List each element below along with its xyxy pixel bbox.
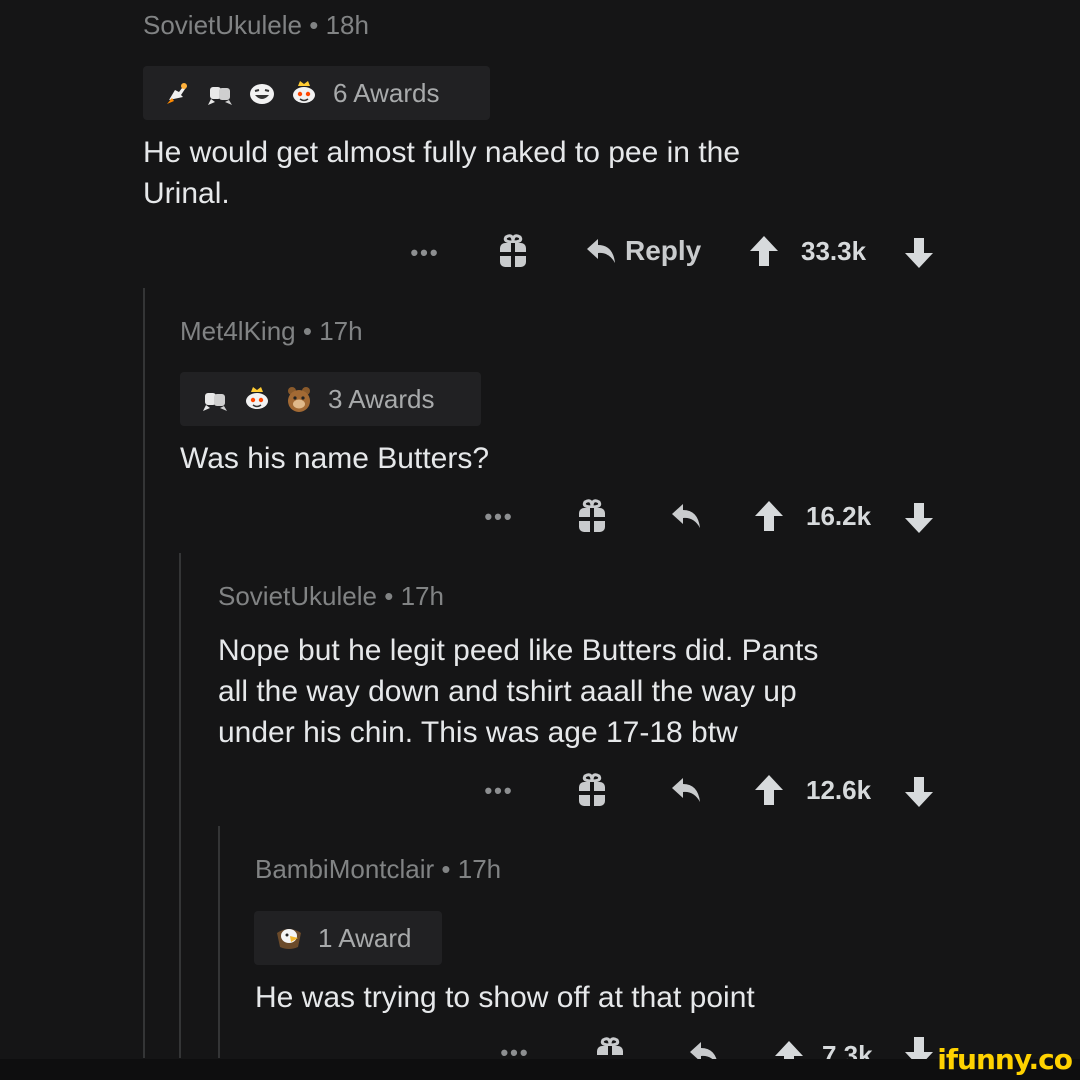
username-link[interactable]: SovietUkulele (143, 10, 302, 40)
gift-icon (576, 772, 608, 808)
upvote-button[interactable] (747, 234, 781, 268)
upvote-arrow-icon (754, 500, 784, 532)
comment-body-line: all the way down and tshirt aaall the wa… (218, 675, 797, 708)
downvote-arrow-icon (904, 237, 934, 269)
downvote-button[interactable] (902, 775, 936, 809)
awards-count: 6 Awards (333, 77, 440, 108)
fist-bump-award-icon (203, 76, 237, 110)
reply-label: Reply (625, 235, 702, 266)
awards-count: 3 Awards (328, 383, 435, 414)
meta-separator: • (302, 316, 312, 346)
comment-body-line: Was his name Butters? (180, 442, 490, 475)
laughing-face-award-icon (245, 76, 279, 110)
comment-body: He was trying to show off at that point (255, 977, 1035, 1018)
give-award-button[interactable] (572, 769, 612, 811)
vote-score: 12.6k (806, 775, 872, 805)
awards-count: 1 Award (318, 922, 412, 953)
comment-body-line: under his chin. This was age 17-18 btw (218, 716, 738, 749)
eagle-award-icon (272, 921, 306, 955)
vote-score: 16.2k (806, 501, 872, 531)
comment-body-line: He would get almost fully naked to pee i… (143, 136, 741, 169)
comment-body-line: Nope but he legit peed like Butters did.… (218, 634, 819, 667)
meta-separator: • (309, 10, 319, 40)
reply-arrow-icon (670, 502, 702, 530)
reply-arrow-icon (670, 776, 702, 804)
comment-age: 18h (325, 10, 369, 40)
thread-line-level-3[interactable] (218, 826, 220, 1058)
comment-age: 17h (457, 854, 502, 884)
downvote-arrow-icon (904, 502, 934, 534)
upvote-button[interactable] (752, 499, 786, 533)
more-options-button[interactable]: ••• (400, 238, 450, 268)
awards-chip[interactable]: 6 Awards (143, 66, 490, 120)
awards-chip[interactable]: 3 Awards (180, 372, 481, 426)
give-award-button[interactable] (572, 495, 612, 537)
meta-separator: • (441, 854, 451, 884)
more-options-button[interactable]: ••• (474, 502, 524, 532)
downvote-button[interactable] (902, 501, 936, 535)
give-award-button[interactable] (493, 230, 533, 272)
downvote-button[interactable] (902, 236, 936, 270)
reply-arrow-icon (585, 237, 617, 265)
comment-meta: BambiMontclair • 17h (255, 854, 501, 885)
comment-body: Nope but he legit peed like Butters did.… (218, 630, 1038, 753)
comment-body: He would get almost fully naked to pee i… (143, 132, 1023, 214)
vote-score: 33.3k (801, 236, 867, 266)
rocket-thumbs-up-award-icon (161, 76, 195, 110)
crowned-snoo-award-icon (240, 382, 274, 416)
watermark-logo: ifunny.co (937, 1043, 1073, 1076)
fist-bump-award-icon (198, 382, 232, 416)
awards-chip[interactable]: 1 Award (254, 911, 442, 965)
comment-age: 17h (400, 581, 444, 611)
comment-body-line: Urinal. (143, 177, 230, 210)
comment-body-line: He was trying to show off at that point (255, 981, 755, 1014)
comment-meta: SovietUkulele • 18h (143, 10, 369, 41)
upvote-arrow-icon (749, 235, 779, 267)
username-link[interactable]: Met4lKing (180, 316, 296, 346)
comment-meta: SovietUkulele • 17h (218, 581, 444, 612)
comment-meta: Met4lKing • 17h (180, 316, 363, 347)
upvote-arrow-icon (754, 774, 784, 806)
bottom-bar (0, 1059, 1080, 1080)
gift-icon (576, 498, 608, 534)
gift-icon (497, 233, 529, 269)
crowned-snoo-award-icon (287, 76, 321, 110)
thread-line-level-1[interactable] (143, 288, 145, 1058)
meta-separator: • (384, 581, 394, 611)
downvote-arrow-icon (904, 776, 934, 808)
thread-line-level-2[interactable] (179, 553, 181, 1058)
reply-button[interactable]: Reply (585, 230, 710, 272)
username-link[interactable]: SovietUkulele (218, 581, 377, 611)
bear-award-icon (282, 382, 316, 416)
reply-button[interactable] (666, 498, 706, 534)
comment-body: Was his name Butters? (180, 438, 1020, 479)
upvote-button[interactable] (752, 773, 786, 807)
username-link[interactable]: BambiMontclair (255, 854, 434, 884)
reply-button[interactable] (666, 772, 706, 808)
comment-age: 17h (319, 316, 363, 346)
more-options-button[interactable]: ••• (474, 776, 524, 806)
